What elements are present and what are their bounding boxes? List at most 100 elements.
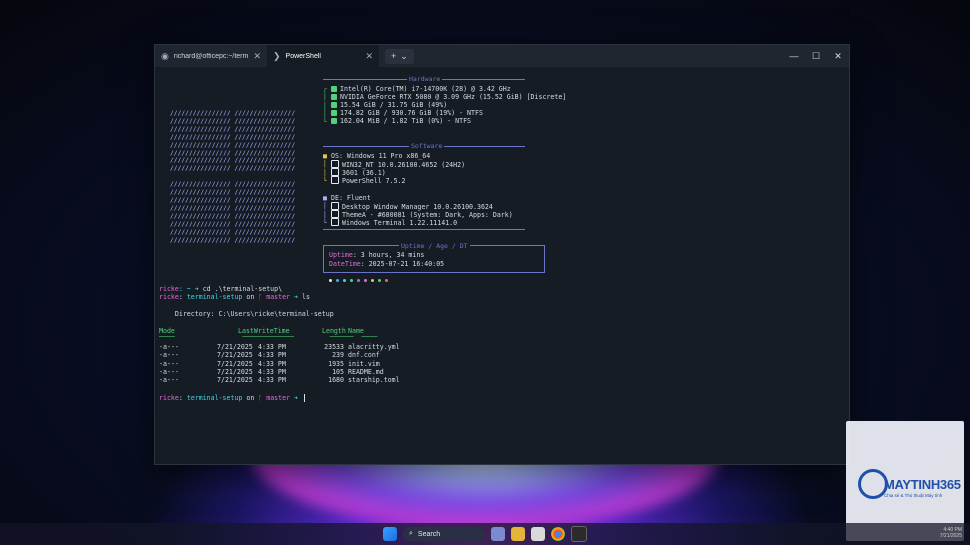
tab-label: richard@officepc:~/terminal-s [173, 52, 249, 60]
watermark-brand: MAYTINH365 [884, 477, 961, 492]
linux-icon: ◉ [161, 50, 169, 61]
palette-dot [371, 279, 374, 282]
system-tray[interactable]: 4:40 PM 7/21/2025 [940, 527, 962, 539]
cpu-info: Intel(R) Core(TM) i7-14700K (28) @ 3.42 … [340, 85, 511, 93]
shell-icon [331, 176, 339, 184]
prompt-on: on [242, 293, 259, 301]
file-date: 7/21/2025 [217, 367, 253, 376]
file-length: 239 [332, 351, 344, 360]
gpu-info: NVIDIA GeForce RTX 5080 @ 3.09 GHz (15.5… [340, 93, 567, 101]
chrome-icon[interactable] [551, 527, 565, 541]
directory-line: Directory: C:\Users\ricke\terminal-setup [159, 310, 334, 318]
file-mode: -a--- [159, 367, 179, 376]
shell-info: PowerShell 7.5.2 [342, 177, 406, 185]
prompt-on: on [242, 394, 259, 402]
terminal-taskbar-icon[interactable] [571, 526, 587, 542]
terminal-window[interactable]: ◉ richard@officepc:~/terminal-s ✕ ❯ Powe… [154, 44, 850, 465]
powershell-icon: ❯ [273, 50, 281, 61]
memory-info: 15.54 GiB / 31.75 GiB (49%) [340, 101, 448, 109]
terminal-icon [331, 218, 339, 226]
tab-close-icon[interactable]: ✕ [365, 51, 373, 62]
file-length: 1935 [328, 359, 344, 368]
prompt-arrow: ➜ [290, 293, 302, 301]
prompt-line[interactable]: ricke: terminal-setup on ᚴ master ➜ [159, 394, 309, 402]
theme-icon [331, 210, 339, 218]
uptime-value: : 3 hours, 34 mins [352, 251, 425, 259]
file-date: 7/21/2025 [217, 343, 253, 351]
file-time: 4:33 PM [258, 367, 286, 376]
file-time: 4:33 PM [258, 359, 286, 368]
title-bar[interactable]: ◉ richard@officepc:~/terminal-s ✕ ❯ Powe… [155, 45, 849, 67]
prompt-branch: master [266, 293, 291, 301]
software-box-bottom [323, 229, 525, 230]
file-time: 4:33 PM [258, 351, 286, 360]
prompt-branch: master [266, 394, 291, 402]
file-name: README.md [348, 367, 384, 376]
search-label: Search [417, 530, 441, 538]
widgets-icon[interactable] [491, 527, 505, 541]
taskbar: ⌕ Search [0, 523, 970, 545]
tree-line: ┌ │ │ │ └ [323, 85, 327, 127]
tree-line: ■ │ │ └ [323, 194, 327, 227]
command-text: cd .\terminal-setup\ [202, 285, 283, 293]
search-icon: ⌕ [409, 530, 413, 537]
file-length: 23533 [324, 343, 344, 351]
command-text: ls [301, 293, 310, 301]
tab-label: PowerShell [285, 52, 321, 60]
file-mode: -a--- [159, 376, 179, 385]
prompt-arrow: ➜ [290, 394, 302, 402]
palette-dot [357, 279, 360, 282]
wm-icon [331, 202, 339, 210]
minimize-button[interactable]: — [783, 51, 805, 62]
prompt-dir: terminal-setup [186, 293, 243, 301]
datetime-value: : 2025-07-21 16:40:05 [360, 260, 445, 268]
palette-dot [329, 279, 332, 282]
file-length: 105 [332, 367, 344, 376]
tab-powershell[interactable]: ❯ PowerShell ✕ [267, 45, 379, 67]
file-name: init.vim [348, 359, 380, 368]
terminal-info: Windows Terminal 1.22.11141.0 [342, 219, 458, 227]
file-date: 7/21/2025 [217, 351, 253, 360]
file-explorer-icon[interactable] [511, 527, 525, 541]
watermark-tagline: Chia sẻ & Thủ thuật Máy tính [884, 493, 943, 498]
palette-dot [350, 279, 353, 282]
packages-icon [331, 168, 339, 176]
hardware-title: Hardware [407, 75, 443, 83]
file-date: 7/21/2025 [217, 376, 253, 385]
new-tab-button[interactable]: + ⌄ [385, 48, 414, 64]
prompt-user: ricke [159, 293, 179, 301]
maximize-button[interactable]: ☐ [805, 51, 827, 62]
close-button[interactable]: ✕ [827, 51, 849, 62]
file-mode: -a--- [159, 351, 179, 360]
store-icon[interactable] [531, 527, 545, 541]
file-name: alacritty.yml [348, 343, 400, 351]
tab-close-icon[interactable]: ✕ [253, 51, 261, 62]
gpu-icon [331, 94, 337, 100]
tree-line: ■ │ │ └ [323, 152, 327, 185]
file-name: dnf.conf [348, 351, 380, 360]
start-icon[interactable] [383, 527, 397, 541]
search-box[interactable]: ⌕ Search [403, 527, 485, 541]
disk-d-info: 162.04 MiB / 1.82 TiB (0%) - NTFS [340, 117, 472, 125]
uptime-label: Uptime [329, 251, 353, 259]
tab-linux[interactable]: ◉ richard@officepc:~/terminal-s ✕ [155, 45, 267, 67]
file-name: starship.toml [348, 376, 400, 385]
clock-date: 7/21/2025 [939, 533, 962, 539]
palette-dot [336, 279, 339, 282]
windows-logo-art: //////////////// //////////////// //////… [170, 110, 296, 244]
disk-c-info: 174.82 GiB / 930.76 GiB (19%) - NTFS [340, 109, 483, 117]
palette-dot [378, 279, 381, 282]
prompt-user: ricke [159, 394, 179, 402]
uptime-title: Uptime / Age / DT [399, 242, 470, 250]
prompt-sep: : ~ ➜ [178, 285, 203, 293]
plus-icon[interactable]: + [391, 51, 396, 61]
terminal-content[interactable]: //////////////// //////////////// //////… [155, 67, 849, 464]
datetime-label: DateTime [329, 260, 361, 268]
chevron-down-icon[interactable]: ⌄ [400, 51, 408, 62]
header-underline: ──── ───────────── ────── ──── [159, 333, 378, 341]
file-length: 1680 [328, 376, 344, 385]
file-mode: -a--- [159, 359, 179, 368]
cursor [303, 394, 309, 402]
prompt-line: ricke: terminal-setup on ᚴ master ➜ ls [159, 293, 310, 301]
memory-icon [331, 102, 337, 108]
